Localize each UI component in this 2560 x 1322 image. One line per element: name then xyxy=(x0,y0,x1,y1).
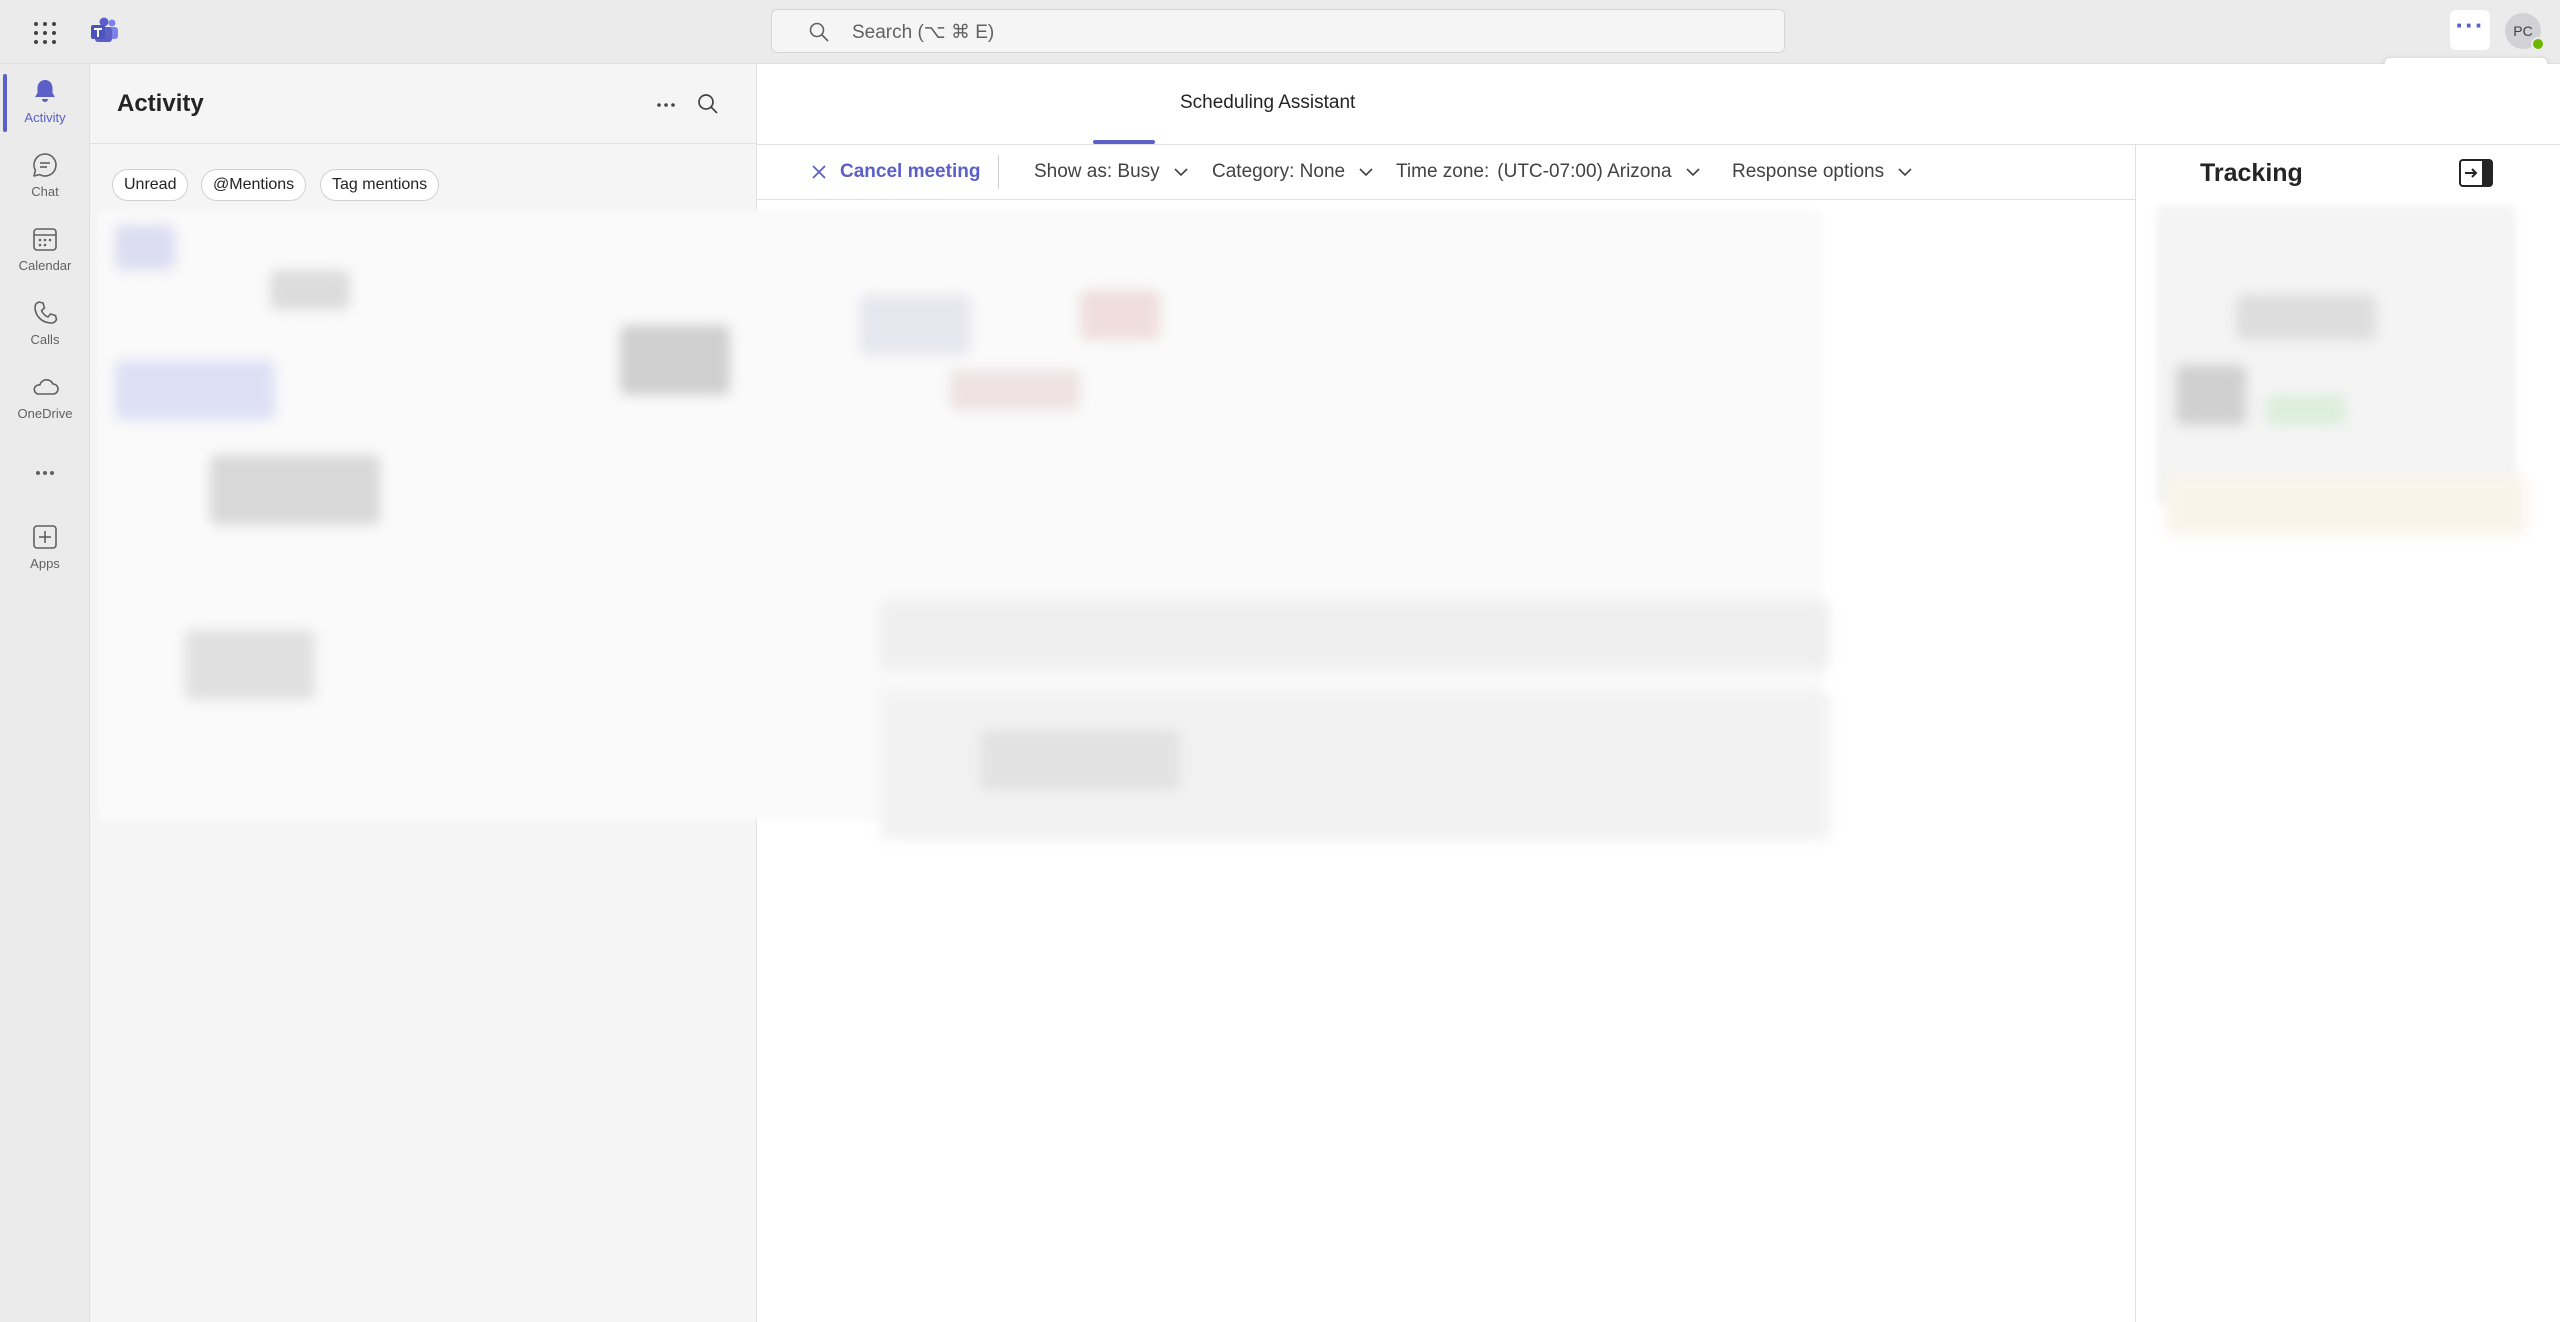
rail-item-label: Calendar xyxy=(18,258,72,273)
rail-item-calendar[interactable]: Calendar xyxy=(0,218,90,288)
chevron-down-icon xyxy=(1898,168,1912,177)
search-icon xyxy=(809,22,829,42)
page-title: Activity xyxy=(117,90,204,117)
avatar-initials: PC xyxy=(2513,23,2533,39)
chat-icon xyxy=(33,153,57,177)
meeting-header xyxy=(757,64,2560,145)
chevron-down-icon xyxy=(1174,168,1188,177)
activity-header: Activity xyxy=(90,64,757,144)
top-bar: Search (⌥ ⌘ E) ··· PC xyxy=(0,0,2560,64)
search-input[interactable]: Search (⌥ ⌘ E) xyxy=(771,9,1785,53)
more-options-icon[interactable] xyxy=(653,92,679,118)
rail-item-onedrive[interactable]: OneDrive xyxy=(0,366,90,436)
blurred-item xyxy=(1080,290,1160,340)
rail-item-label: OneDrive xyxy=(17,406,73,421)
category-label: Category: None xyxy=(1212,161,1346,182)
blurred-item xyxy=(210,455,380,525)
timezone-value: (UTC-07:00) Arizona xyxy=(1497,161,1672,182)
show-as-dropdown[interactable]: Show as: Busy xyxy=(1034,157,1190,187)
cancel-meeting-label: Cancel meeting xyxy=(840,161,981,182)
response-options-dropdown[interactable]: Response options xyxy=(1732,157,1914,187)
rail-item-activity[interactable]: Activity xyxy=(0,70,90,140)
blurred-item xyxy=(2236,295,2376,340)
response-options-label: Response options xyxy=(1732,161,1885,182)
rail-item-chat[interactable]: Chat xyxy=(0,144,90,214)
close-icon xyxy=(812,165,826,179)
teams-logo-icon xyxy=(90,16,120,46)
rail-item-label: Chat xyxy=(31,184,59,199)
collapse-pane-icon[interactable] xyxy=(2459,159,2493,187)
presence-available-icon xyxy=(2531,37,2545,51)
tab-active-indicator xyxy=(1093,140,1155,144)
tracking-title: Tracking xyxy=(2200,159,2303,187)
blurred-item xyxy=(270,270,350,310)
blurred-item xyxy=(620,325,730,395)
blurred-item xyxy=(950,370,1080,410)
blurred-item xyxy=(115,360,275,420)
filter-tag-mentions[interactable]: Tag mentions xyxy=(320,169,440,201)
rail-item-apps[interactable]: Apps xyxy=(0,516,90,586)
chevron-down-icon xyxy=(1359,168,1373,177)
blurred-item xyxy=(2166,475,2526,535)
blurred-item xyxy=(185,630,315,700)
blurred-item xyxy=(980,730,1180,790)
cloud-icon xyxy=(33,378,59,395)
search-icon[interactable] xyxy=(695,91,721,117)
rail-item-label: Calls xyxy=(30,332,60,347)
timezone-label: Time zone: xyxy=(1396,161,1490,182)
more-horizontal-icon xyxy=(36,471,54,475)
toolbar-divider xyxy=(998,155,999,189)
blurred-item xyxy=(860,295,970,355)
rail-item-label: Apps xyxy=(30,556,60,571)
filter-unread[interactable]: Unread xyxy=(112,169,189,201)
show-as-label: Show as: Busy xyxy=(1034,161,1160,182)
phone-icon xyxy=(34,301,58,324)
tab-scheduling-assistant[interactable]: Scheduling Assistant xyxy=(1180,92,1355,114)
blurred-item xyxy=(880,600,1830,670)
rail-item-more[interactable] xyxy=(0,452,90,522)
more-horizontal-icon: ··· xyxy=(2455,10,2485,40)
category-dropdown[interactable]: Category: None xyxy=(1212,157,1375,187)
search-placeholder: Search (⌥ ⌘ E) xyxy=(852,22,995,43)
app-launcher-icon[interactable] xyxy=(30,18,60,48)
apps-icon xyxy=(33,525,57,549)
blurred-item xyxy=(115,225,175,270)
calendar-icon xyxy=(33,228,57,251)
timezone-dropdown[interactable]: Time zone: (UTC-07:00) Arizona xyxy=(1396,157,1702,187)
filter-mentions[interactable]: @Mentions xyxy=(201,169,307,201)
tracking-pane: Tracking xyxy=(2135,145,2560,1322)
avatar[interactable]: PC xyxy=(2505,13,2545,51)
app-rail: Activity Chat Calendar Calls OneDrive Ap… xyxy=(0,64,90,1322)
settings-and-more-button[interactable]: ··· xyxy=(2450,10,2490,50)
blurred-item xyxy=(2176,365,2246,425)
chevron-down-icon xyxy=(1685,168,1700,177)
bell-icon xyxy=(35,80,55,102)
blurred-tracking-content xyxy=(2156,205,2516,505)
rail-item-calls[interactable]: Calls xyxy=(0,292,90,362)
cancel-meeting-button[interactable]: Cancel meeting xyxy=(810,157,980,187)
blurred-item xyxy=(2266,395,2346,425)
rail-item-label: Activity xyxy=(24,110,66,125)
